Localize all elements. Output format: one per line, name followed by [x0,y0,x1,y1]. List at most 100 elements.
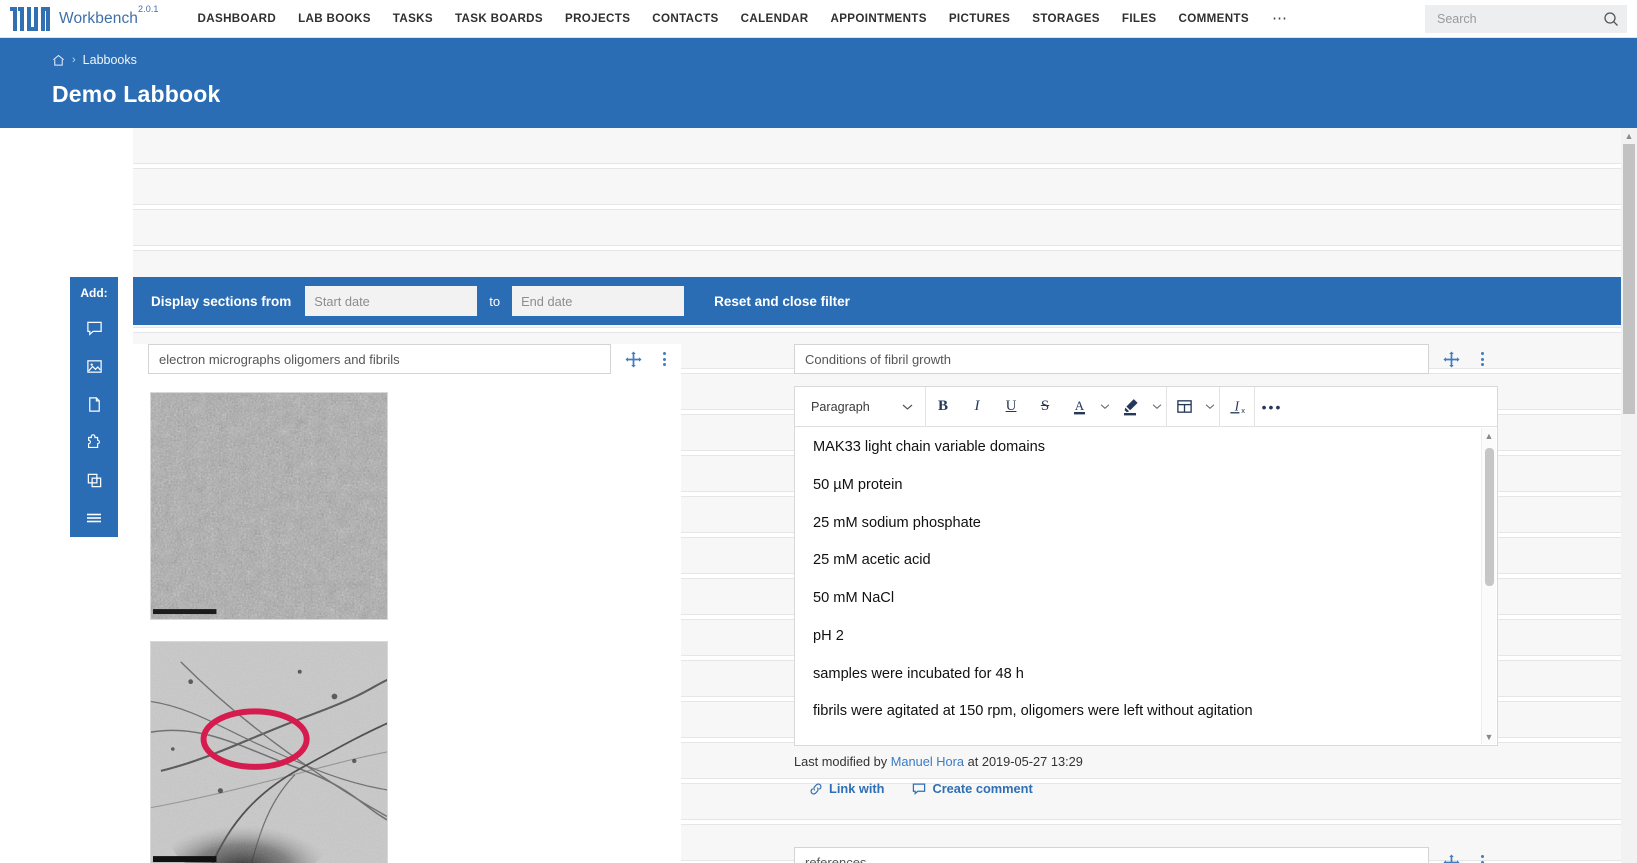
move-handle-icon[interactable] [625,350,642,368]
text-color-button[interactable]: A [1062,387,1096,427]
breadcrumb: › Labbooks [52,50,1637,70]
paragraph-style-select[interactable]: Paragraph [803,392,921,422]
nav-item-task-boards[interactable]: TASK BOARDS [444,6,554,31]
nav-item-pictures[interactable]: PICTURES [938,6,1021,31]
nav-overflow-icon[interactable]: ⋯ [1260,11,1300,26]
highlight-button[interactable] [1114,387,1148,427]
section-pictures-title-input[interactable] [148,344,611,374]
section-conditions: Paragraph B I U [779,344,1499,796]
editor-paragraph: MAK33 light chain variable domains [813,439,1046,455]
move-handle-icon[interactable] [1443,854,1460,863]
scroll-up-icon[interactable]: ▲ [1621,128,1637,144]
section-conditions-title-input[interactable] [794,344,1429,374]
scroll-up-icon[interactable]: ▲ [1482,428,1496,443]
picture-list [133,374,681,863]
page-title: Demo Labbook [52,81,221,107]
editor-paragraph: 50 mM NaCl [813,590,895,607]
editor-paragraph: 50 µM protein [813,476,903,493]
nav-item-appointments[interactable]: APPOINTMENTS [820,6,938,31]
bold-button[interactable]: B [926,387,960,427]
nav-item-contacts[interactable]: CONTACTS [641,6,729,31]
section-references-menu-icon[interactable] [1478,852,1487,863]
chevron-down-icon [902,403,913,411]
italic-icon: I [974,398,980,414]
nav-item-storages[interactable]: STORAGES [1021,6,1111,31]
add-plugin-button[interactable] [70,423,118,461]
brand-title: Workbench2.0.1 [59,3,159,28]
insert-table-button[interactable] [1167,387,1201,427]
start-date-input[interactable] [305,286,478,316]
table-dropdown[interactable] [1201,387,1219,427]
section-actions: Link with Create comment [809,781,1499,796]
search-icon[interactable] [1603,11,1619,27]
italic-button[interactable]: I [960,387,994,427]
copy-icon [86,472,103,489]
add-list-button[interactable] [70,499,118,537]
editor-scrollbar-thumb[interactable] [1485,448,1494,586]
editor-paragraph: fibrils were agitated at 150 rpm, oligom… [813,703,1253,720]
underline-button[interactable]: U [994,387,1028,427]
svg-text:A: A [1074,398,1084,413]
editor-content[interactable]: MAK33 light chain variable domains 50 µM… [795,427,1497,745]
brand[interactable]: Workbench2.0.1 [10,3,159,31]
nav-item-comments[interactable]: COMMENTS [1168,6,1260,31]
nav-links: DASHBOARD LAB BOOKS TASKS TASK BOARDS PR… [187,6,1300,31]
ellipsis-icon: ••• [1261,398,1283,415]
create-comment-label: Create comment [932,781,1033,797]
reset-and-close-filter-button[interactable]: Reset and close filter [714,294,850,309]
picture-icon [86,358,103,375]
add-picture-button[interactable] [70,347,118,385]
add-file-button[interactable] [70,385,118,423]
file-icon [86,396,103,413]
comment-icon [86,320,103,337]
labbook-canvas: Add: Display sections from Start date to… [0,128,1637,863]
last-modified-date: 2019-05-27 13:29 [981,754,1083,770]
nav-item-dashboard[interactable]: DASHBOARD [187,6,288,31]
nav-item-files[interactable]: FILES [1111,6,1168,31]
link-with-button[interactable]: Link with [809,781,884,796]
nav-item-calendar[interactable]: CALENDAR [730,6,820,31]
clear-formatting-button[interactable]: I x [1220,387,1254,427]
text-color-dropdown[interactable] [1096,387,1114,427]
micrograph-oligomers[interactable] [150,392,681,620]
editor-scrollbar[interactable]: ▲ ▼ [1481,428,1496,745]
create-comment-button[interactable]: Create comment [912,781,1033,797]
add-copy-button[interactable] [70,461,118,499]
last-modified-user-link[interactable]: Manuel Hora [891,754,964,769]
section-conditions-menu-icon[interactable] [1478,349,1487,369]
breadcrumb-separator: › [72,54,76,66]
nav-item-tasks[interactable]: TASKS [382,6,444,31]
chevron-down-icon [1152,403,1162,410]
section-pictures-menu-icon[interactable] [660,349,669,369]
table-icon [1176,398,1193,415]
strikethrough-icon: S [1040,398,1050,414]
last-modified-mid: at [967,754,979,770]
filter-to-label: to [489,293,501,309]
page-scrollbar[interactable]: ▲ [1621,128,1637,863]
editor-toolbar: Paragraph B I U S A I x ••• [795,386,1497,427]
scroll-down-icon[interactable]: ▼ [1482,729,1496,744]
nav-item-projects[interactable]: PROJECTS [554,6,641,31]
editor-more-button[interactable]: ••• [1255,387,1289,427]
top-navigation-bar: Workbench2.0.1 DASHBOARD LAB BOOKS TASKS… [0,0,1637,38]
bold-icon: B [937,398,948,414]
move-handle-icon[interactable] [1443,350,1460,368]
chevron-down-icon [1205,403,1215,410]
nav-item-lab-books[interactable]: LAB BOOKS [287,6,382,31]
section-references-title-input[interactable] [794,847,1429,863]
page-header: › Labbooks Demo Labbook [0,38,1637,128]
search-input[interactable] [1435,11,1603,27]
svg-text:x: x [1241,406,1245,415]
micrograph-fibrils[interactable] [150,641,681,863]
page-scrollbar-thumb[interactable] [1623,144,1635,414]
search-box[interactable] [1425,5,1627,33]
last-modified-prefix: Last modified by [794,754,888,770]
highlight-dropdown[interactable] [1148,387,1166,427]
editor-paragraph: 25 mM acetic acid [813,552,931,569]
breadcrumb-item-labbooks[interactable]: Labbooks [83,53,137,67]
add-comment-button[interactable] [70,309,118,347]
end-date-input[interactable] [512,286,685,316]
section-references: 2017_PlosOne_AL_fibrils.pdf (592.4 KB) ▲ [779,847,1499,863]
strikethrough-button[interactable]: S [1028,387,1062,427]
home-icon[interactable] [52,54,65,67]
